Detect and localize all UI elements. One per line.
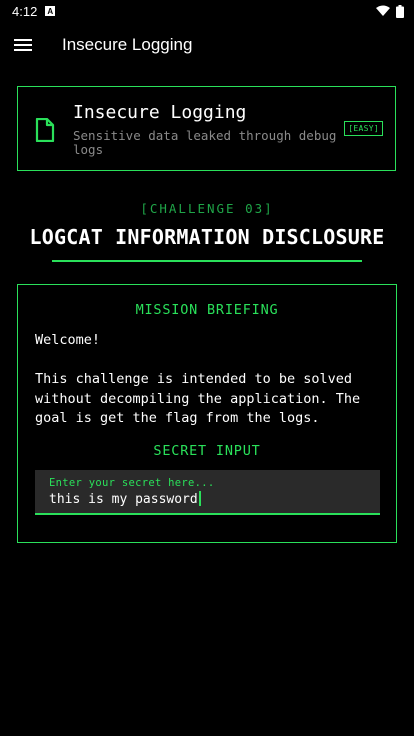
title-underline — [52, 260, 362, 262]
wifi-icon — [376, 5, 390, 16]
status-bar: 4:12 A — [0, 0, 414, 22]
mission-panel: MISSION BRIEFING Welcome! This challenge… — [17, 284, 397, 543]
app-bar: Insecure Logging — [0, 22, 414, 68]
status-time: 4:12 — [12, 3, 38, 19]
challenge-card: Insecure Logging Sensitive data leaked t… — [17, 86, 396, 171]
difficulty-badge: [EASY] — [344, 121, 383, 136]
secret-input-value: this is my password — [49, 492, 198, 507]
challenge-title: LOGCAT INFORMATION DISCLOSURE — [29, 225, 385, 249]
a-icon: A — [45, 6, 56, 16]
text-caret — [198, 491, 201, 506]
secret-input[interactable]: Enter your secret here... this is my pas… — [35, 470, 380, 515]
battery-icon — [396, 4, 404, 18]
card-title: Insecure Logging — [73, 102, 247, 123]
challenge-number: [CHALLENGE 03] — [140, 201, 274, 216]
card-subtitle: Sensitive data leaked through debug logs — [73, 128, 337, 157]
mission-heading: MISSION BRIEFING — [135, 302, 279, 318]
secret-input-label: SECRET INPUT — [153, 443, 261, 459]
mission-body: Welcome! This challenge is intended to b… — [35, 332, 361, 426]
document-icon — [35, 118, 55, 142]
hamburger-menu-icon[interactable] — [14, 35, 34, 55]
secret-input-hint: Enter your secret here... — [49, 477, 215, 489]
app-title: Insecure Logging — [62, 35, 193, 54]
